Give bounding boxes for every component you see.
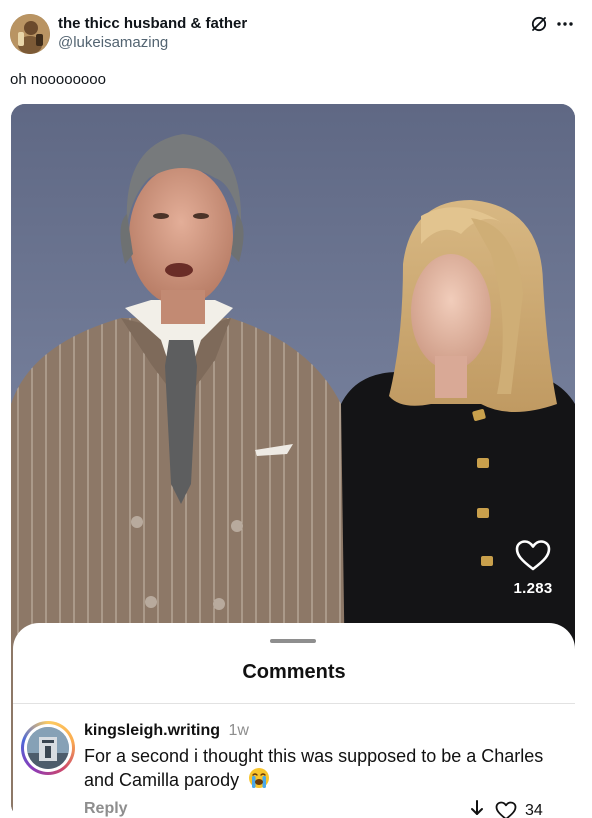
heart-outline-icon (495, 801, 517, 818)
video-like-count: 1.283 (513, 580, 553, 597)
header-actions (530, 15, 574, 33)
author-names: the thicc husband & father @lukeisamazin… (58, 14, 247, 52)
heart-outline-icon[interactable] (515, 540, 551, 572)
commenter-avatar[interactable] (21, 721, 75, 775)
tweet-card: the thicc husband & father @lukeisamazin… (0, 0, 592, 818)
more-icon[interactable] (556, 15, 574, 33)
comments-title: Comments (242, 661, 346, 683)
comment-like-count: 34 (525, 801, 543, 818)
sheet-drag-handle[interactable] (270, 639, 316, 643)
tweet-header: the thicc husband & father @lukeisamazin… (10, 12, 582, 56)
grok-icon[interactable] (530, 15, 548, 33)
comment-text: For a second i thought this was supposed… (84, 746, 544, 790)
comments-sheet: Comments kingsleigh.writing 1w For a sec… (13, 623, 575, 818)
video-like-overlay: 1.283 (511, 540, 555, 604)
comment-meta: kingsleigh.writing 1w (84, 721, 249, 741)
loudly-crying-face-icon (248, 767, 270, 794)
tweet-text: oh noooooooo (10, 71, 106, 88)
dislike-arrow-icon[interactable] (469, 799, 485, 818)
comment-body: For a second i thought this was supposed… (84, 745, 554, 794)
author-handle[interactable]: @lukeisamazing (58, 33, 247, 52)
comment-time: 1w (228, 722, 249, 739)
comment-actions: 34 (469, 799, 543, 818)
divider (13, 703, 575, 704)
author-display-name[interactable]: the thicc husband & father (58, 14, 247, 33)
comment-username[interactable]: kingsleigh.writing (84, 722, 220, 739)
reply-button[interactable]: Reply (84, 800, 128, 818)
comment-like-button[interactable]: 34 (495, 801, 543, 818)
author-avatar[interactable] (10, 14, 50, 54)
